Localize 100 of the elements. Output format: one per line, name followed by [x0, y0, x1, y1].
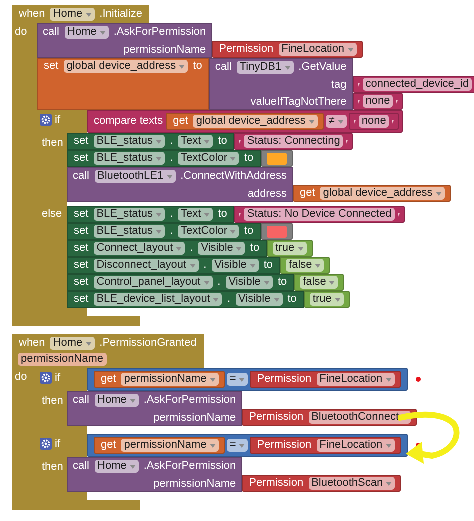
color-swatch[interactable] [266, 152, 287, 164]
string-value[interactable]: none [362, 95, 394, 108]
dropdown-field[interactable]: global device_address [193, 115, 318, 128]
set-block[interactable]: set BLE_device_list_layout . Visible to [67, 291, 304, 308]
boolean-block[interactable]: true [304, 291, 350, 308]
gear-icon[interactable] [40, 438, 52, 450]
block-label: .AskForPermission [112, 26, 208, 39]
get-block[interactable]: get permissionName [94, 437, 225, 454]
boolean-block[interactable]: false [294, 274, 344, 291]
dropdown-field[interactable]: Text [178, 208, 214, 221]
dropdown-field[interactable]: Text [178, 135, 214, 148]
text-block[interactable]: none [348, 113, 400, 130]
permission-block[interactable]: Permission FineLocation [212, 41, 363, 58]
permission-block[interactable]: Permission FineLocation [250, 437, 401, 454]
dropdown-field[interactable]: TextColor [178, 152, 240, 165]
dropdown-field[interactable]: ≠ [326, 115, 347, 128]
compare-block[interactable]: compare texts get global device_address ≠ none [87, 110, 404, 133]
call-block[interactable] [209, 58, 353, 110]
dropdown-field[interactable]: FineLocation [316, 373, 395, 386]
call-block[interactable] [67, 457, 242, 492]
dropdown-field[interactable]: false [300, 276, 338, 289]
block-label: .Initialize [98, 8, 144, 21]
block-label: . [168, 135, 174, 148]
dropdown-field[interactable]: = [226, 439, 248, 452]
text-block[interactable]: connected_device_id [352, 76, 474, 93]
dropdown-field[interactable]: BluetoothConnect [308, 411, 412, 424]
block-label: .PermissionGranted [98, 337, 198, 350]
dropdown-field[interactable]: permissionName [121, 439, 219, 452]
dropdown-field[interactable]: Visible [212, 259, 259, 272]
block-label: permissionName [122, 44, 208, 56]
dropdown-field[interactable]: BLE_status [94, 225, 165, 238]
dropdown-field[interactable]: TextColor [178, 225, 240, 238]
block-label: to [276, 276, 288, 289]
dropdown-field[interactable]: BLE_status [94, 152, 165, 165]
string-value[interactable]: connected_device_id [362, 78, 472, 91]
boolean-block[interactable]: false [280, 257, 330, 274]
set-block[interactable]: set Control_panel_layout . Visible to [67, 274, 294, 291]
set-block[interactable]: set BLE_status . TextColor to [67, 150, 261, 167]
permission-block[interactable]: Permission BluetoothConnect [242, 409, 418, 426]
dropdown-field[interactable]: BluetoothScan [308, 477, 396, 490]
get-block[interactable]: get global device_address [292, 185, 451, 202]
parameter-field[interactable]: permissionName [18, 353, 107, 366]
dropdown-field[interactable]: Connect_layout [94, 242, 186, 255]
set-block[interactable]: set BLE_status . Text to [67, 133, 234, 150]
dropdown-field[interactable]: Home [50, 8, 95, 21]
dropdown-field[interactable]: BluetoothLE1 [94, 170, 176, 183]
dropdown-field[interactable]: BLE_status [94, 208, 165, 221]
text-block[interactable]: Status: Connecting [234, 133, 354, 150]
caret-icon [298, 246, 304, 250]
text-block[interactable]: none [352, 93, 404, 110]
color-block[interactable] [260, 150, 293, 167]
dropdown-field[interactable]: Home [64, 26, 109, 39]
dropdown-field[interactable]: global device_address [320, 187, 445, 200]
dropdown-field[interactable]: permissionName [121, 373, 219, 386]
dropdown-field[interactable]: FineLocation [316, 439, 395, 452]
dropdown-field[interactable]: Home [50, 337, 95, 350]
string-value[interactable]: Status: Connecting [244, 135, 344, 148]
equals-block[interactable]: get permissionName = Permission FineLocation [87, 368, 408, 391]
dropdown-field[interactable]: true [310, 293, 344, 306]
dropdown-field[interactable]: Visible [226, 276, 273, 289]
dropdown-field[interactable]: Control_panel_layout [94, 276, 213, 289]
boolean-block[interactable]: true [266, 240, 313, 257]
equals-block[interactable]: get permissionName = Permission FineLocation [87, 434, 408, 457]
permission-block[interactable]: Permission BluetoothScan [242, 475, 402, 492]
dropdown-field[interactable]: Visible [198, 242, 246, 255]
dropdown-field[interactable]: false [286, 259, 324, 272]
gear-icon[interactable] [40, 114, 52, 126]
permission-block[interactable]: Permission FineLocation [250, 371, 401, 388]
dropdown-field[interactable]: Home [94, 394, 139, 407]
block-label: set [73, 225, 90, 238]
set-block[interactable]: set BLE_status . TextColor to [67, 223, 261, 240]
dropdown-field[interactable]: Home [94, 460, 139, 473]
string-value[interactable]: Status: No Device Connected [244, 208, 395, 221]
dropdown-field[interactable]: global device_address [64, 60, 188, 73]
dropdown-field[interactable]: Disconnect_layout [94, 259, 199, 272]
get-block[interactable]: get global device_address [166, 113, 324, 130]
set-block[interactable]: set Disconnect_layout . Visible to [67, 257, 280, 274]
dropdown-field[interactable]: = [226, 373, 248, 386]
dropdown-field[interactable]: true [272, 242, 307, 255]
set-block[interactable]: set Connect_layout . Visible to [67, 240, 267, 257]
string-value[interactable]: none [358, 115, 390, 128]
color-swatch[interactable] [266, 226, 287, 238]
block-label: set [73, 259, 90, 272]
call-block[interactable] [37, 23, 212, 58]
dropdown-field[interactable]: BLE_device_list_layout [94, 293, 222, 306]
block-label: then [41, 137, 64, 149]
get-block[interactable]: get permissionName [94, 371, 225, 388]
dropdown-field[interactable]: Visible [236, 293, 283, 306]
event-block-header[interactable]: when Home .Initialize [12, 5, 150, 23]
dropdown-field[interactable]: TinyDB1 [236, 61, 294, 74]
call-block[interactable] [67, 391, 242, 426]
color-block[interactable] [260, 223, 293, 240]
caret-icon [204, 280, 210, 284]
set-block[interactable]: set global device_address to [37, 58, 210, 110]
set-block[interactable]: set BLE_status . Text to [67, 206, 234, 223]
dropdown-field[interactable]: BLE_status [94, 135, 165, 148]
dropdown-field[interactable]: FineLocation [278, 43, 357, 56]
gear-icon[interactable] [40, 372, 52, 384]
call-block[interactable] [67, 167, 293, 202]
text-block[interactable]: Status: No Device Connected [234, 206, 405, 223]
